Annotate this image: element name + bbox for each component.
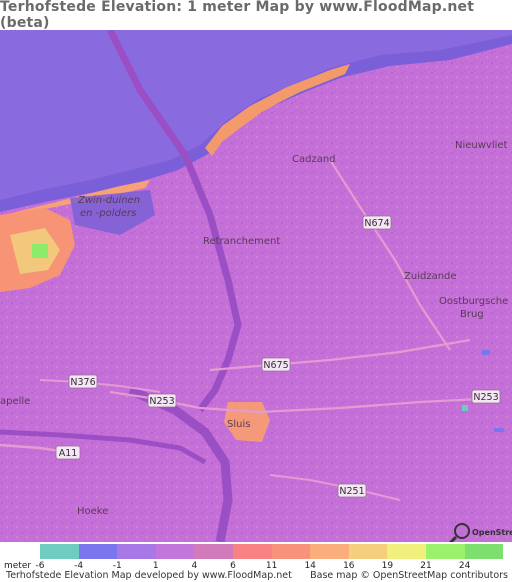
- legend-tick-label: 6: [230, 561, 236, 571]
- svg-text:N253: N253: [149, 396, 174, 407]
- footer-credit: Terhofstede Elevation Map developed by w…: [6, 570, 292, 581]
- legend-swatch: [348, 544, 388, 559]
- legend-swatch: [310, 544, 349, 559]
- elevation-map[interactable]: Cadzand Nieuwvliet Retranchement Zuidzan…: [0, 30, 512, 542]
- legend-tick-label: -4: [74, 561, 84, 571]
- legend-tick-label: 19: [381, 561, 394, 571]
- svg-text:OpenStreetMap: OpenStreetMap: [472, 528, 512, 537]
- place-brug: Brug: [460, 309, 484, 320]
- pond-3: [462, 405, 468, 411]
- footer-attribution: Base map © OpenStreetMap contributors: [310, 570, 508, 581]
- legend-tick-label: -1: [112, 561, 122, 571]
- place-oostburgsche: Oostburgsche: [439, 296, 508, 307]
- legend-tick-label: 21: [420, 561, 432, 571]
- place-nieuwvliet: Nieuwvliet: [455, 140, 508, 151]
- place-retranchement: Retranchement: [203, 236, 280, 247]
- svg-text:N674: N674: [364, 218, 389, 229]
- svg-text:A11: A11: [59, 448, 78, 459]
- shield-n675: N675: [261, 357, 291, 372]
- elevation-legend: meter Terhofstede Elevation Map develope…: [0, 542, 512, 582]
- shield-n253-west: N253: [147, 393, 177, 408]
- legend-swatch: [194, 544, 233, 559]
- legend-swatch: [271, 544, 311, 559]
- legend-swatch: [464, 544, 504, 559]
- svg-text:N376: N376: [70, 377, 95, 388]
- legend-swatch: [425, 544, 465, 559]
- legend-tick-label: 11: [265, 561, 278, 571]
- high-point: [32, 244, 48, 258]
- place-zwin-polders: en -polders: [80, 208, 136, 219]
- legend-tick-label: 4: [191, 561, 198, 571]
- legend-swatch: [155, 544, 195, 559]
- legend-swatch: [40, 544, 79, 559]
- svg-text:N251: N251: [339, 486, 364, 497]
- svg-text:N253: N253: [473, 392, 498, 403]
- shield-a11: A11: [55, 445, 81, 460]
- title-bar: Terhofstede Elevation: 1 meter Map by ww…: [0, 0, 512, 31]
- legend-swatch: [232, 544, 272, 559]
- place-zuidzande: Zuidzande: [404, 271, 457, 282]
- legend-tick-label: 24: [458, 561, 471, 571]
- pond: [482, 350, 490, 355]
- legend-swatch: [387, 544, 426, 559]
- place-zwin-duinen: Zwin-duinen: [77, 195, 140, 206]
- shield-n253-east: N253: [471, 389, 501, 404]
- legend-color-bar: [40, 544, 504, 559]
- place-cadzand: Cadzand: [292, 154, 336, 165]
- place-sluis: Sluis: [227, 419, 250, 430]
- legend-tick-label: -6: [35, 561, 45, 571]
- shield-n674: N674: [362, 215, 392, 230]
- shield-n251: N251: [337, 483, 367, 498]
- place-kapelle: apelle: [0, 396, 30, 407]
- legend-swatch: [117, 544, 156, 559]
- legend-tick-label: 1: [152, 561, 159, 571]
- map-title: Terhofstede Elevation: 1 meter Map by ww…: [0, 0, 475, 31]
- pond-2: [494, 428, 504, 432]
- legend-tick-label: 14: [304, 561, 316, 571]
- legend-tick-label: 16: [343, 561, 355, 571]
- place-hoeke: Hoeke: [77, 506, 108, 517]
- legend-swatch: [78, 544, 118, 559]
- svg-text:N675: N675: [263, 360, 288, 371]
- shield-n376: N376: [68, 374, 98, 389]
